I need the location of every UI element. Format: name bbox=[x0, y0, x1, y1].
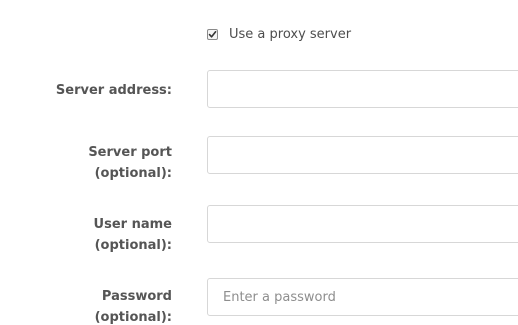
user-name-label-line2: (optional): bbox=[94, 238, 172, 253]
use-proxy-label[interactable]: Use a proxy server bbox=[229, 27, 351, 42]
server-port-label: Server port (optional): bbox=[88, 142, 172, 184]
server-port-input[interactable] bbox=[207, 136, 518, 174]
server-address-label: Server address: bbox=[56, 80, 172, 101]
password-input[interactable] bbox=[207, 278, 518, 316]
checkmark-icon bbox=[208, 30, 217, 38]
server-address-label-text: Server address: bbox=[55, 83, 172, 98]
server-address-input[interactable] bbox=[207, 70, 518, 108]
server-port-label-line2: (optional): bbox=[94, 166, 172, 181]
password-label: Password (optional): bbox=[95, 286, 172, 325]
password-label-line1: Password bbox=[101, 289, 172, 304]
password-label-line2: (optional): bbox=[94, 310, 172, 325]
use-proxy-option[interactable]: Use a proxy server bbox=[207, 24, 351, 44]
user-name-label-line1: User name bbox=[93, 217, 172, 232]
user-name-label: User name (optional): bbox=[94, 214, 172, 256]
server-port-label-line1: Server port bbox=[88, 145, 172, 160]
use-proxy-checkbox[interactable] bbox=[207, 28, 218, 40]
user-name-input[interactable] bbox=[207, 205, 518, 243]
proxy-settings-form: Use a proxy server Server address: Serve… bbox=[0, 0, 518, 325]
